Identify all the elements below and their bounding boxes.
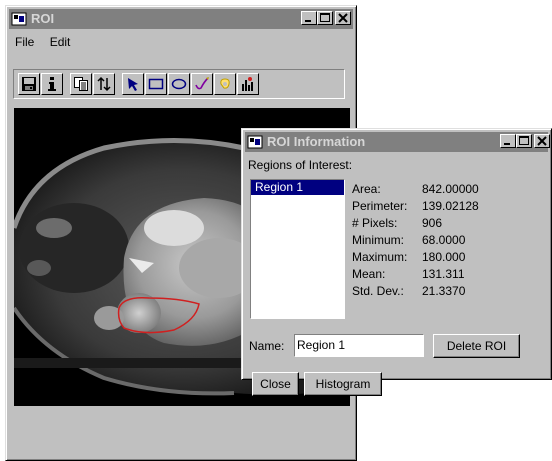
region-grow-icon <box>220 78 230 89</box>
stat-value: 842.00000 <box>422 182 479 196</box>
stat-row: Mean: 131.311 <box>352 266 479 283</box>
rectangle-icon <box>148 78 164 90</box>
minimize-button[interactable] <box>301 11 317 25</box>
minimize-icon <box>504 143 510 145</box>
dialog-close-window-button[interactable] <box>534 134 550 148</box>
menu-edit[interactable]: Edit <box>44 32 77 49</box>
stat-label: Mean: <box>352 267 386 281</box>
info-icon <box>48 77 56 91</box>
menu-bar: File Edit <box>9 32 76 52</box>
close-icon <box>338 13 348 23</box>
tool-bar <box>13 69 345 99</box>
copy-icon <box>74 77 88 91</box>
stat-row: Perimeter: 139.02128 <box>352 198 479 215</box>
stat-value: 68.0000 <box>422 233 466 247</box>
save-button[interactable] <box>18 73 40 95</box>
roi-window-title: ROI <box>31 11 55 26</box>
maximize-icon <box>519 136 529 145</box>
save-icon <box>22 77 36 91</box>
copy-button[interactable] <box>70 73 92 95</box>
maximize-button[interactable] <box>317 11 333 25</box>
stat-row: Minimum: 68.0000 <box>352 232 479 249</box>
region-grow-button[interactable] <box>214 73 236 95</box>
stat-row: Maximum: 180.000 <box>352 249 479 266</box>
close-button[interactable]: Close <box>252 372 299 396</box>
stat-value: 906 <box>422 216 443 230</box>
flip-icon <box>97 76 111 92</box>
app-icon <box>247 135 263 149</box>
stat-value: 131.311 <box>422 267 465 281</box>
close-icon <box>537 136 547 146</box>
menu-file[interactable]: File <box>9 32 40 49</box>
regions-label: Regions of Interest: <box>248 158 353 172</box>
roi-window-controls <box>301 11 351 27</box>
freehand-icon <box>195 77 209 90</box>
regions-list[interactable]: Region 1 <box>250 179 345 319</box>
list-item-region-1[interactable]: Region 1 <box>251 180 344 195</box>
histogram-tool-button[interactable] <box>237 73 259 95</box>
delete-roi-button[interactable]: Delete ROI <box>433 334 520 358</box>
freehand-tool-button[interactable] <box>191 73 213 95</box>
name-label: Name: <box>249 339 285 353</box>
select-tool-button[interactable] <box>122 73 144 95</box>
arrow-icon <box>128 78 138 91</box>
dialog-window-controls <box>500 134 550 150</box>
stat-label: Std. Dev.: <box>352 284 404 298</box>
histogram-button[interactable]: Histogram <box>304 372 382 396</box>
stat-label: Maximum: <box>352 250 408 264</box>
minimize-icon <box>305 20 311 22</box>
dialog-maximize-button[interactable] <box>516 134 532 148</box>
roi-information-dialog: ROI Information Regions of Interest: Reg… <box>241 128 552 396</box>
stat-label: Perimeter: <box>352 199 408 213</box>
stats-table: Area: 842.00000 Perimeter: 139.02128 # Pix… <box>352 181 479 300</box>
stat-label: Area: <box>352 182 381 196</box>
maximize-icon <box>320 13 330 22</box>
histogram-icon <box>242 77 253 91</box>
roi-window-titlebar[interactable]: ROI <box>9 9 353 29</box>
name-input[interactable]: Region 1 <box>294 334 424 357</box>
dialog-title: ROI Information <box>267 134 366 149</box>
stat-value: 21.3370 <box>422 284 466 298</box>
ellipse-icon <box>171 78 187 90</box>
stat-row: Area: 842.00000 <box>352 181 479 198</box>
info-button[interactable] <box>41 73 63 95</box>
rectangle-tool-button[interactable] <box>145 73 167 95</box>
stat-row: Std. Dev.: 21.3370 <box>352 283 479 300</box>
ellipse-tool-button[interactable] <box>168 73 190 95</box>
close-window-button[interactable] <box>335 11 351 25</box>
stat-row: # Pixels: 906 <box>352 215 479 232</box>
stat-value: 180.000 <box>422 250 466 264</box>
dialog-titlebar[interactable]: ROI Information <box>245 132 550 152</box>
name-input-value: Region 1 <box>297 338 346 352</box>
dialog-minimize-button[interactable] <box>500 134 516 148</box>
stat-label: Minimum: <box>352 233 405 247</box>
stat-label: # Pixels: <box>352 216 398 230</box>
stat-value: 139.02128 <box>422 199 479 213</box>
flip-button[interactable] <box>93 73 115 95</box>
app-icon <box>11 12 27 26</box>
